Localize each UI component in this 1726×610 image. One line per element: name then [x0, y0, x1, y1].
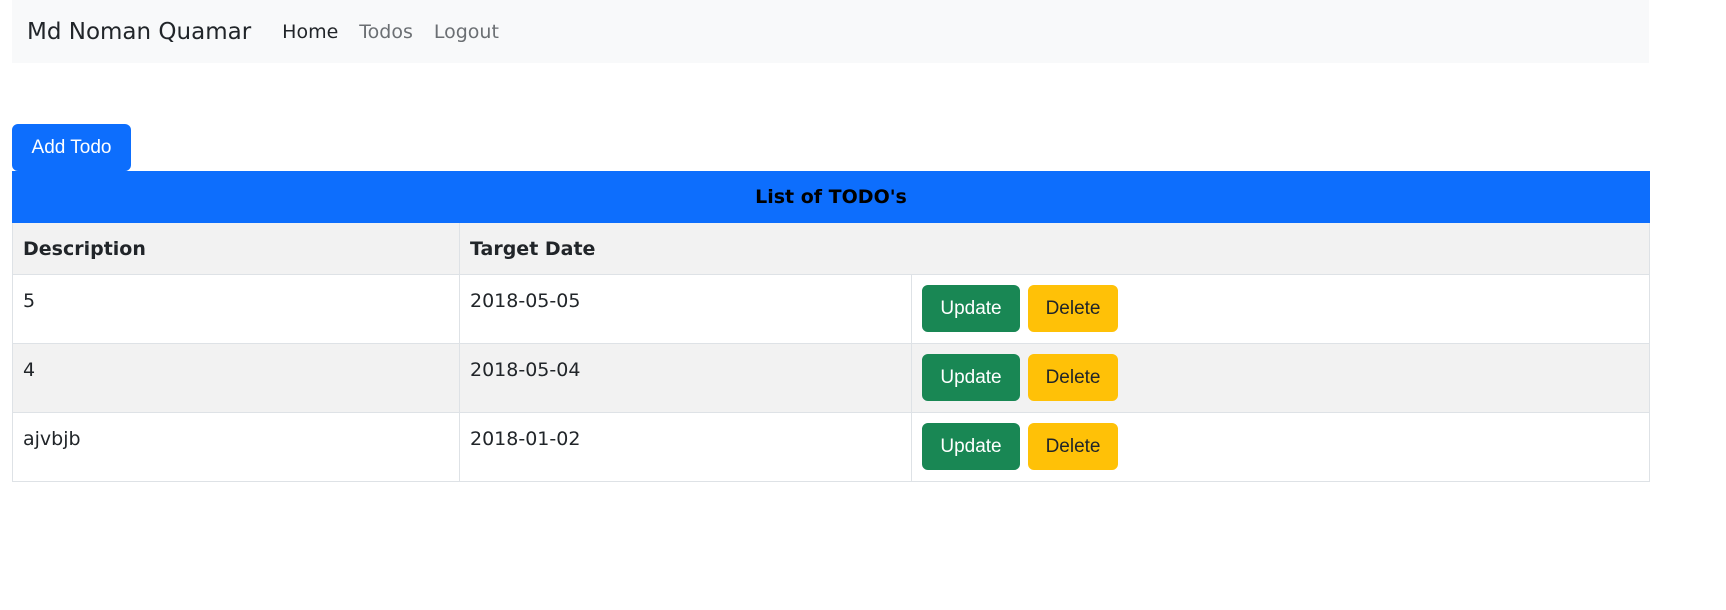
nav-links: Home Todos Logout	[282, 21, 499, 43]
update-button[interactable]: Update	[922, 354, 1020, 401]
nav-link-todos[interactable]: Todos	[359, 21, 413, 43]
target-date-cell: 2018-01-02	[459, 412, 912, 482]
column-header-target-date: Target Date	[459, 222, 1650, 275]
add-todo-button[interactable]: Add Todo	[12, 124, 131, 171]
nav-link-logout[interactable]: Logout	[434, 21, 499, 43]
actions-cell: Update Delete	[911, 412, 1650, 482]
target-date-cell: 2018-05-04	[459, 343, 912, 413]
todo-table: List of TODO's Description Target Date 5…	[12, 171, 1650, 482]
description-cell: 5	[12, 274, 460, 344]
actions-cell: Update Delete	[911, 274, 1650, 344]
description-cell: ajvbjb	[12, 412, 460, 482]
column-header-description: Description	[12, 222, 460, 275]
delete-button[interactable]: Delete	[1028, 285, 1119, 332]
nav-link-home[interactable]: Home	[282, 21, 338, 43]
table-row: ajvbjb 2018-01-02 Update Delete	[12, 412, 1650, 482]
actions-cell: Update Delete	[911, 343, 1650, 413]
update-button[interactable]: Update	[922, 423, 1020, 470]
table-header-row: Description Target Date	[12, 222, 1650, 275]
table-caption-row: List of TODO's	[12, 171, 1650, 223]
table-row: 5 2018-05-05 Update Delete	[12, 274, 1650, 344]
navbar-brand[interactable]: Md Noman Quamar	[27, 19, 251, 45]
description-cell: 4	[12, 343, 460, 413]
delete-button[interactable]: Delete	[1028, 354, 1119, 401]
table-caption: List of TODO's	[12, 171, 1650, 223]
navbar: Md Noman Quamar Home Todos Logout	[12, 0, 1649, 63]
delete-button[interactable]: Delete	[1028, 423, 1119, 470]
table-row: 4 2018-05-04 Update Delete	[12, 343, 1650, 413]
target-date-cell: 2018-05-05	[459, 274, 912, 344]
update-button[interactable]: Update	[922, 285, 1020, 332]
